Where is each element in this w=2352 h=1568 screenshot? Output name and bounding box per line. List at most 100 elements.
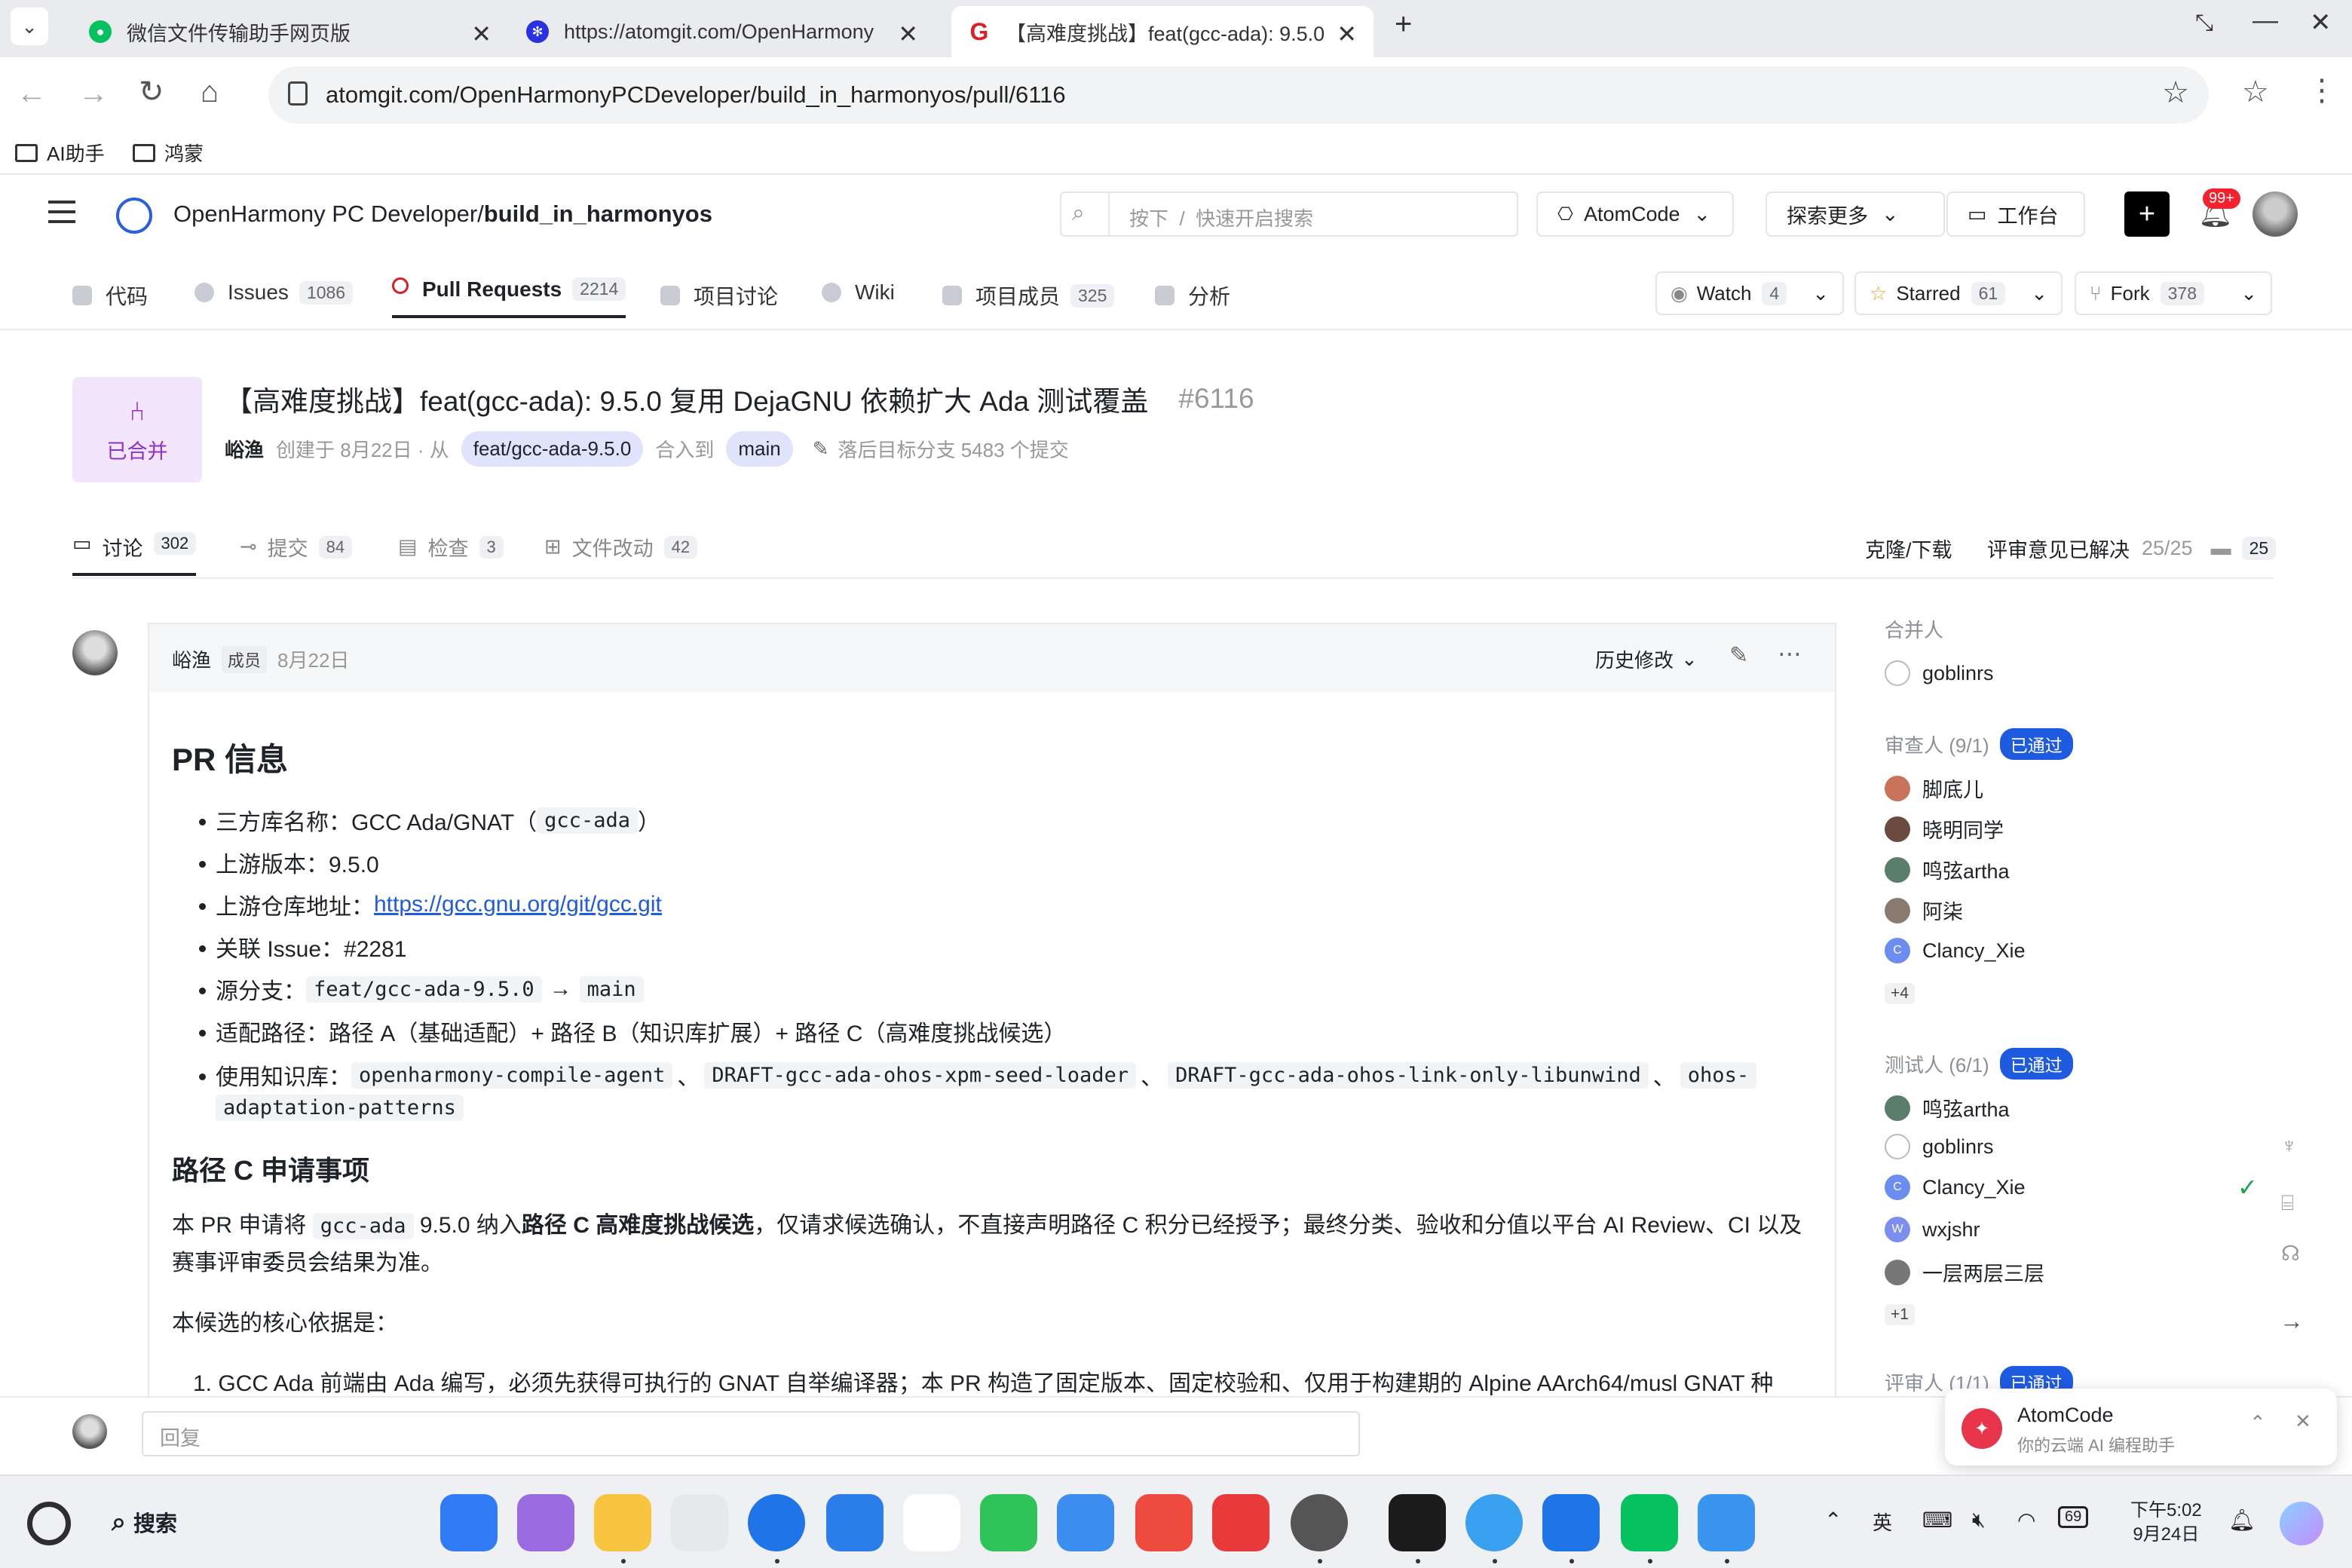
bookmark-ai[interactable]: AI助手	[15, 139, 105, 167]
star-button[interactable]: ☆ Starred 61 ⌄	[1854, 271, 2063, 315]
atomcode-button[interactable]: ⎔ AtomCode ⌄	[1536, 191, 1734, 237]
taskbar-search[interactable]: ⌕ 搜索	[112, 1506, 177, 1538]
source-branch[interactable]: feat/gcc-ada-9.5.0	[461, 431, 644, 467]
books-icon[interactable]	[1135, 1494, 1193, 1551]
tab-checks[interactable]: ▤ 检查 3	[398, 532, 504, 562]
chevron-up-icon[interactable]: ⌃	[1824, 1508, 1842, 1533]
battery-icon[interactable]: 69	[2058, 1506, 2089, 1528]
assistant-orb-icon[interactable]	[2280, 1502, 2323, 1545]
trophy-icon[interactable]: ♆	[2281, 1134, 2297, 1158]
tester-item[interactable]: Wwxjshr	[1885, 1217, 1980, 1242]
target-branch[interactable]: main	[726, 431, 793, 467]
bookmark-harmony[interactable]: 鸿蒙	[133, 139, 204, 167]
mail-icon[interactable]	[826, 1494, 884, 1551]
nav-discussion[interactable]: 项目讨论	[660, 280, 778, 311]
new-tab-button[interactable]: +	[1395, 8, 1412, 41]
browser-icon[interactable]	[748, 1494, 805, 1551]
avatar[interactable]	[2252, 191, 2298, 237]
reload-icon[interactable]: ↻	[139, 77, 164, 107]
gift-icon[interactable]: ⌸	[2281, 1191, 2294, 1216]
tester-item[interactable]: goblinrs	[1885, 1134, 1994, 1159]
search-input[interactable]: ⌕ 按下 / 快速开启搜索	[1060, 191, 1518, 237]
reviewer-item[interactable]: C Clancy_Xie	[1885, 938, 2026, 963]
files-icon[interactable]	[594, 1494, 651, 1551]
tester-item[interactable]: 鸣弦artha	[1885, 1093, 2010, 1122]
settings-icon[interactable]	[1291, 1494, 1348, 1551]
explore-more-button[interactable]: 探索更多 ⌄	[1766, 191, 1945, 237]
chevron-down-icon: ⌄	[1812, 281, 1829, 305]
nav-code[interactable]: 代码	[72, 280, 148, 311]
reviewer-item[interactable]: 阿柒	[1885, 896, 1963, 925]
nav-analytics[interactable]: 分析	[1155, 280, 1230, 311]
browser-tab-openharmony[interactable]: ✻ https://atomgit.com/OpenHarmony ✕	[510, 6, 935, 57]
create-button[interactable]: +	[2124, 191, 2170, 237]
org-name[interactable]: OpenHarmony PC Developer/	[173, 201, 484, 228]
file-transfer-icon[interactable]	[1698, 1494, 1755, 1551]
reviewer-more[interactable]: +4	[1885, 983, 1915, 1004]
back-icon[interactable]: ←	[17, 78, 47, 109]
restore-window-icon[interactable]: ⤡	[2195, 11, 2213, 36]
merger-person[interactable]: goblinrs	[1885, 660, 1994, 686]
photos-icon[interactable]	[903, 1494, 960, 1551]
atomcode-toast[interactable]: ✦ AtomCode 你的云端 AI 编程助手 ⌃ ✕	[1945, 1389, 2337, 1465]
watch-button[interactable]: ◉ Watch 4 ⌄	[1655, 271, 1844, 315]
ime-indicator[interactable]: 英	[1873, 1508, 1892, 1536]
reply-input[interactable]: 回复	[142, 1411, 1360, 1456]
tester-more[interactable]: +1	[1885, 1304, 1915, 1325]
address-bar[interactable]: atomgit.com/OpenHarmonyPCDeveloper/build…	[268, 66, 2209, 124]
app-gallery-icon[interactable]	[1212, 1494, 1269, 1551]
reviewer-item[interactable]: 脚底儿	[1885, 773, 1983, 803]
repo-name[interactable]: build_in_harmonyos	[484, 201, 712, 228]
tab-menu-button[interactable]: ⌄	[11, 8, 48, 45]
browser-tab-pr[interactable]: G 【高难度挑战】feat(gcc-ada): 9.5.0 ✕	[951, 6, 1374, 57]
nav-members[interactable]: 项目成员 325	[942, 280, 1115, 311]
tester-item[interactable]: C Clancy_Xie	[1885, 1174, 2026, 1200]
wechat-icon[interactable]	[1621, 1494, 1678, 1551]
tester-item[interactable]: 一层两层三层	[1885, 1257, 2044, 1287]
tab-commits[interactable]: ⊸ 提交 84	[240, 532, 353, 562]
close-icon[interactable]: ✕	[898, 20, 918, 48]
notification-bell-icon[interactable]: 🔔︎	[2228, 1508, 2256, 1533]
music-icon[interactable]	[1057, 1494, 1114, 1551]
clock[interactable]: 下午5:02 9月24日	[2130, 1499, 2202, 1547]
fork-button[interactable]: ⑂ Fork 378 ⌄	[2075, 271, 2272, 315]
close-window-icon[interactable]: ✕	[2310, 8, 2332, 38]
headset-icon[interactable]: ☊	[2281, 1241, 2300, 1266]
avatar[interactable]	[72, 630, 118, 675]
minimize-icon[interactable]: —	[2252, 6, 2278, 35]
reviewer-item[interactable]: 鸣弦artha	[1885, 855, 2010, 884]
star-icon[interactable]: ☆	[2162, 75, 2189, 110]
nav-pull-requests[interactable]: Pull Requests 2214	[392, 277, 626, 318]
clone-download-link[interactable]: 克隆/下载	[1865, 534, 1952, 563]
terminal-icon[interactable]	[1389, 1494, 1446, 1551]
more-menu-icon[interactable]: ⋮	[2307, 75, 2337, 106]
hamburger-menu-icon[interactable]	[48, 201, 75, 223]
chevron-up-icon[interactable]: ⌃	[2249, 1411, 2266, 1435]
app-launcher-icon[interactable]	[440, 1494, 498, 1551]
favorites-icon[interactable]: ☆	[2242, 77, 2269, 107]
wifi-app-icon[interactable]	[1542, 1494, 1600, 1551]
arrow-right-icon[interactable]: →	[2280, 1307, 2304, 1335]
close-icon[interactable]: ✕	[471, 20, 492, 48]
trash-icon[interactable]	[671, 1494, 728, 1551]
nav-issues[interactable]: Issues 1086	[194, 280, 354, 305]
volume-muted-icon[interactable]: 🔇︎	[1972, 1508, 1986, 1533]
multitask-icon[interactable]	[517, 1494, 574, 1551]
tab-files[interactable]: ⊞ 文件改动 42	[544, 532, 698, 562]
close-icon[interactable]: ✕	[1337, 20, 1357, 48]
close-icon[interactable]: ✕	[2295, 1410, 2311, 1433]
browser-tab-wechat[interactable]: ● 微信文件传输助手网页版 ✕	[72, 6, 508, 57]
messages-icon[interactable]	[980, 1494, 1037, 1551]
upstream-link[interactable]: https://gcc.gnu.org/git/gcc.git	[374, 892, 662, 917]
tab-discussion[interactable]: ▭ 讨论 302	[72, 532, 197, 576]
reviewer-item[interactable]: 晓明同学	[1885, 814, 2004, 844]
home-icon[interactable]: ⌂	[201, 77, 219, 107]
wifi-icon[interactable]: ◠	[2017, 1508, 2035, 1533]
clipboard-icon[interactable]: ⌨	[1922, 1508, 1952, 1533]
forward-icon[interactable]: →	[78, 78, 109, 109]
assistant-icon[interactable]	[1465, 1494, 1523, 1551]
workbench-button[interactable]: ▭ 工作台	[1946, 191, 2085, 237]
nav-wiki[interactable]: Wiki	[822, 280, 895, 305]
pr-author[interactable]: 峪渔	[225, 435, 264, 463]
start-icon[interactable]	[27, 1502, 71, 1545]
